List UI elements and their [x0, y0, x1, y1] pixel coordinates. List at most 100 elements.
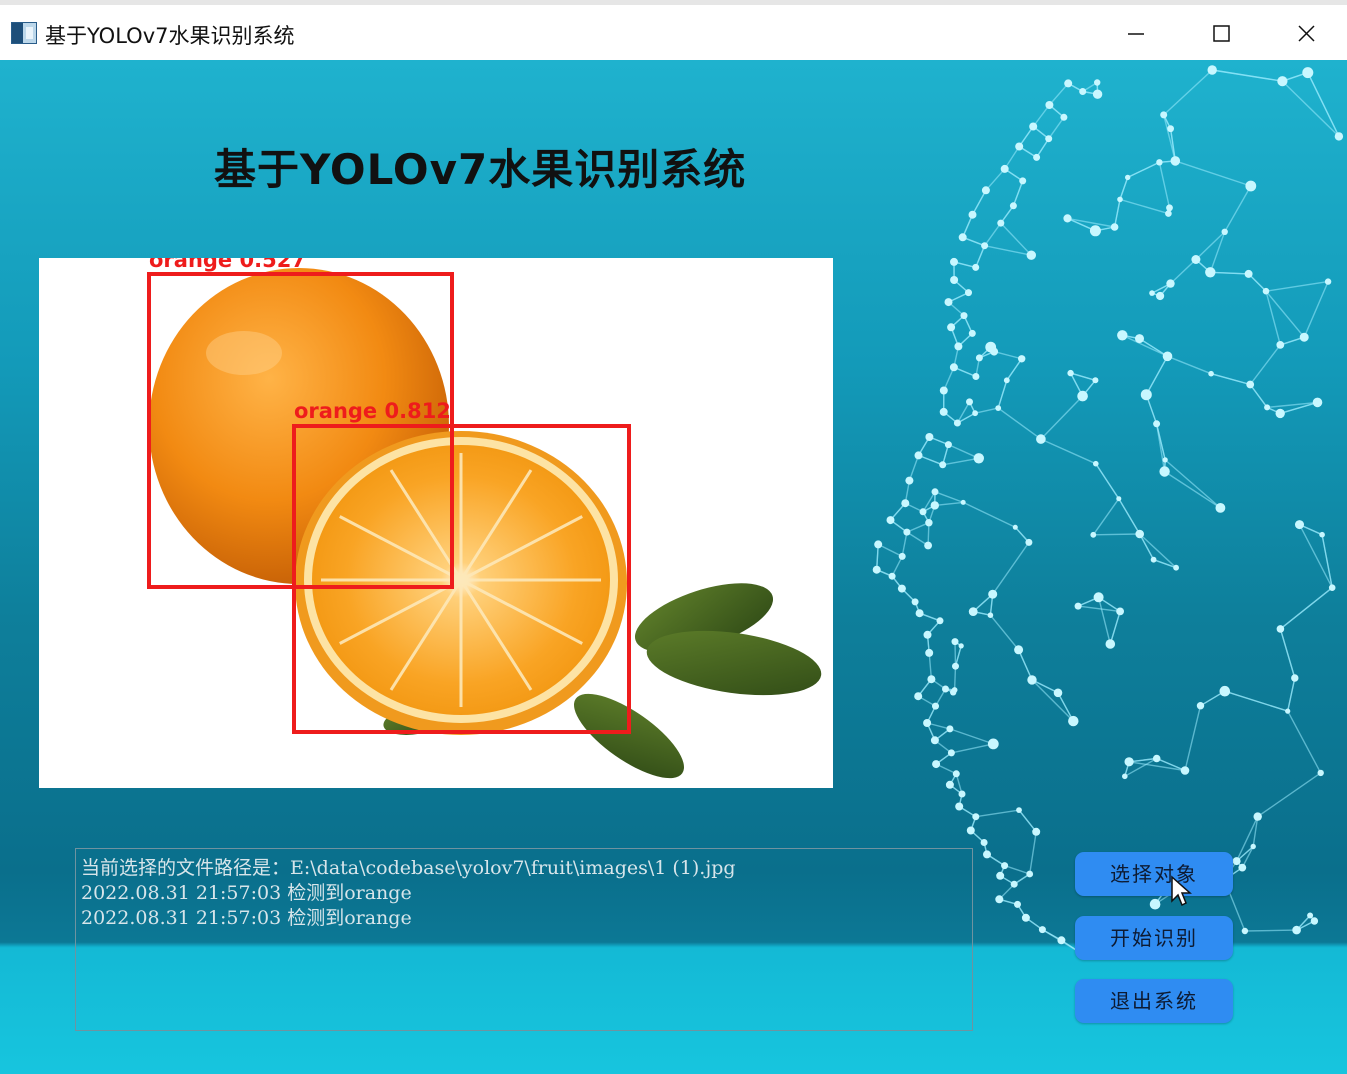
network-link: [1040, 395, 1084, 440]
minimize-icon[interactable]: [1116, 19, 1156, 49]
network-node: [939, 386, 948, 395]
network-node: [1053, 688, 1063, 698]
network-node: [1232, 857, 1241, 866]
network-node: [1275, 408, 1285, 419]
network-node: [1122, 773, 1128, 780]
select-object-button[interactable]: 选择对象: [1075, 852, 1233, 896]
network-link: [1095, 463, 1120, 500]
network-node: [954, 342, 963, 351]
network-node: [923, 719, 932, 727]
network-node: [1241, 927, 1249, 935]
network-link: [1158, 162, 1171, 208]
network-node: [1026, 250, 1037, 260]
network-node: [1285, 708, 1291, 714]
exit-system-button[interactable]: 退出系统: [1075, 979, 1233, 1023]
network-link: [1092, 498, 1120, 536]
window-titlebar[interactable]: 基于YOLOv7水果识别系统: [0, 5, 1347, 60]
network-node: [953, 419, 961, 427]
log-output-box[interactable]: 当前选择的文件路径是：E:\data\codebase\yolov7\fruit…: [75, 848, 973, 1031]
network-node: [1029, 122, 1038, 131]
network-link: [908, 455, 920, 481]
network-link: [1139, 533, 1177, 569]
network-node: [950, 276, 959, 284]
network-node: [958, 233, 967, 242]
network-node: [1244, 269, 1253, 278]
app-heading: 基于YOLOv7水果识别系统: [214, 145, 747, 194]
network-link: [1175, 160, 1252, 187]
network-node: [952, 770, 960, 778]
network-node: [990, 347, 999, 356]
network-node: [1079, 88, 1087, 95]
network-node: [914, 451, 923, 460]
network-link: [1109, 611, 1121, 645]
network-node: [946, 725, 954, 733]
mouse-cursor-icon: [1171, 875, 1192, 907]
network-link: [992, 541, 1030, 595]
network-link: [1287, 677, 1296, 712]
network-link: [985, 168, 1006, 191]
network-link: [1048, 82, 1069, 106]
network-link: [971, 189, 987, 216]
network-node: [1045, 101, 1054, 109]
network-link: [1122, 334, 1168, 357]
network-node: [1016, 807, 1022, 813]
network-link: [942, 457, 979, 466]
network-node: [1208, 370, 1214, 377]
network-node: [939, 461, 947, 469]
network-node: [958, 643, 964, 649]
network-node: [987, 612, 994, 618]
network-node: [997, 219, 1005, 227]
network-node: [888, 572, 896, 580]
network-node: [972, 373, 980, 380]
network-node: [1205, 267, 1216, 278]
network-node: [897, 584, 906, 593]
network-node: [1246, 380, 1255, 389]
network-link: [901, 531, 908, 557]
maximize-icon[interactable]: [1202, 19, 1242, 49]
network-node: [1117, 330, 1128, 341]
network-link: [1287, 710, 1322, 774]
network-node: [1334, 132, 1344, 141]
network-node: [1093, 460, 1099, 467]
network-node: [1116, 496, 1122, 502]
network-node: [1253, 812, 1262, 821]
network-node: [1324, 278, 1332, 285]
window-title: 基于YOLOv7水果识别系统: [45, 24, 295, 48]
network-node: [932, 760, 941, 769]
network-node: [965, 289, 972, 297]
network-node: [1110, 223, 1119, 231]
network-node: [1167, 125, 1174, 133]
network-node: [1000, 164, 1009, 173]
network-node: [951, 638, 959, 646]
network-link: [1032, 104, 1050, 127]
start-detection-button[interactable]: 开始识别: [1075, 916, 1233, 960]
network-node: [1038, 926, 1046, 934]
network-node: [915, 609, 924, 618]
network-node: [988, 589, 998, 599]
network-node: [911, 598, 919, 606]
network-link: [1119, 177, 1129, 200]
network-link: [1113, 199, 1121, 228]
network-node: [975, 354, 983, 362]
network-node: [1140, 389, 1152, 401]
network-node: [1019, 177, 1027, 185]
network-node: [966, 398, 973, 406]
network-link: [1257, 772, 1322, 818]
network-node: [1219, 685, 1231, 697]
network-node: [1092, 377, 1099, 384]
network-node: [1312, 397, 1323, 408]
network-node: [1245, 180, 1257, 192]
network-node: [944, 441, 952, 449]
network-node: [1149, 898, 1161, 910]
network-node: [1319, 531, 1325, 538]
network-node: [1015, 142, 1024, 151]
network-link: [1067, 217, 1115, 228]
network-link: [1279, 587, 1333, 630]
network-node: [1328, 584, 1336, 591]
close-icon[interactable]: [1287, 19, 1327, 49]
network-link: [951, 743, 994, 754]
network-node: [973, 453, 984, 464]
network-link: [1145, 355, 1169, 396]
network-node: [952, 662, 959, 670]
network-link: [877, 543, 903, 558]
